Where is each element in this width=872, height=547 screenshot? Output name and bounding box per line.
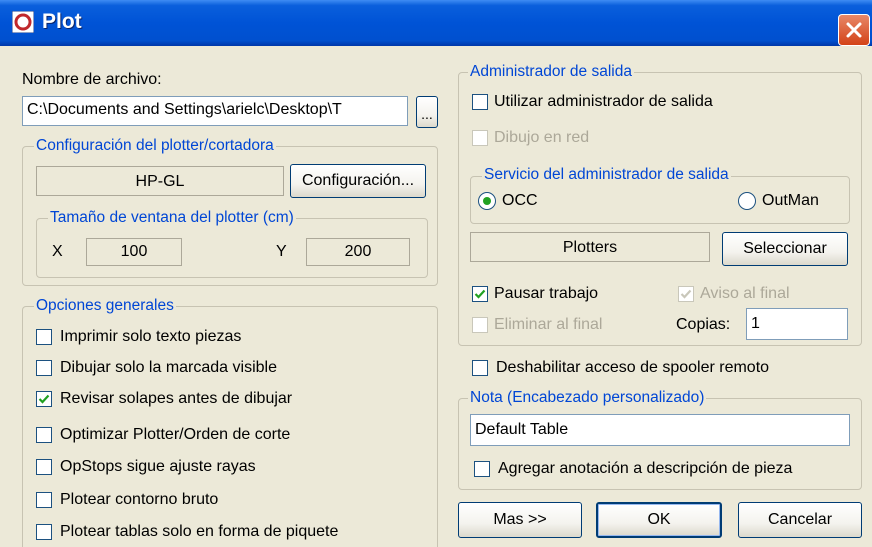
browse-button[interactable]: ... (416, 96, 438, 128)
select-button[interactable]: Seleccionar (722, 232, 848, 266)
checkbox-notice-end[interactable] (678, 286, 694, 302)
note-group-label: Nota (Encabezado personalizado) (468, 389, 707, 407)
x-value-field: 100 (86, 238, 182, 266)
pause-job-label: Pausar trabajo (494, 285, 599, 302)
output-manager-group-label: Administrador de salida (468, 63, 634, 81)
checkbox-network-drawing[interactable] (472, 130, 488, 146)
notice-end-label: Aviso al final (700, 285, 790, 302)
checkbox-draw-visible-only[interactable] (36, 360, 52, 376)
plotter-config-group-label: Configuración del plotter/cortadora (34, 137, 276, 155)
file-name-label: Nombre de archivo: (22, 71, 162, 88)
checkbox-delete-end[interactable] (472, 317, 488, 333)
cancel-button[interactable]: Cancelar (738, 502, 862, 538)
output-service-group-label: Servicio del administrador de salida (482, 166, 731, 184)
window-title: Plot (42, 10, 82, 33)
y-label: Y (276, 243, 287, 260)
checkbox-print-text-only[interactable] (36, 329, 52, 345)
copies-label: Copias: (676, 316, 731, 333)
radio-occ-label: OCC (502, 192, 538, 209)
checkbox-disable-remote-spooler[interactable] (472, 360, 488, 376)
copies-input[interactable]: 1 (746, 308, 848, 340)
radio-selected-dot (483, 197, 491, 205)
checkbox-opstops-stripes[interactable] (36, 459, 52, 475)
use-output-manager-label: Utilizar administrador de salida (494, 93, 713, 110)
radio-outman-label: OutMan (762, 192, 819, 209)
option-label: Dibujar solo la marcada visible (60, 359, 277, 376)
radio-occ-button[interactable] (478, 192, 496, 210)
checkbox-pause-job[interactable] (472, 286, 488, 302)
custom-header-input[interactable]: Default Table (470, 414, 850, 446)
checkbox-tables-notch[interactable] (36, 524, 52, 540)
close-button[interactable] (838, 14, 870, 46)
disable-remote-spooler-label: Deshabilitar acceso de spooler remoto (496, 359, 770, 376)
check-icon (680, 289, 692, 299)
check-icon (474, 289, 486, 299)
option-label: Plotear tablas solo en forma de piquete (60, 523, 339, 540)
check-icon (38, 394, 50, 404)
x-label: X (52, 243, 63, 260)
checkbox-optimize-order[interactable] (36, 427, 52, 443)
plot-dialog: Plot Nombre de archivo: C:\Documents and… (0, 0, 872, 547)
checkbox-check-overlaps[interactable] (36, 391, 52, 407)
y-value-field: 200 (306, 238, 410, 266)
option-label: Revisar solapes antes de dibujar (60, 390, 293, 407)
option-label: Optimizar Plotter/Orden de corte (60, 426, 291, 443)
option-label: OpStops sigue ajuste rayas (60, 458, 256, 475)
plotters-field: Plotters (470, 232, 710, 262)
checkbox-add-annotation[interactable] (474, 461, 490, 477)
more-button[interactable]: Mas >> (458, 502, 582, 538)
app-icon (11, 10, 35, 34)
add-annotation-label: Agregar anotación a descripción de pieza (498, 460, 793, 477)
general-options-group-label: Opciones generales (34, 297, 176, 315)
title-bar[interactable]: Plot (0, 0, 872, 46)
radio-outman-button[interactable] (738, 192, 756, 210)
configuration-button[interactable]: Configuración... (290, 164, 426, 198)
option-label: Plotear contorno bruto (60, 491, 219, 508)
ok-button[interactable]: OK (596, 502, 722, 538)
checkbox-raw-outline[interactable] (36, 492, 52, 508)
checkbox-use-output-manager[interactable] (472, 94, 488, 110)
option-label: Imprimir solo texto piezas (60, 328, 242, 345)
plotter-device-field: HP-GL (36, 166, 284, 196)
window-size-group-label: Tamaño de ventana del plotter (cm) (48, 209, 296, 227)
file-name-input[interactable]: C:\Documents and Settings\arielc\Desktop… (22, 96, 408, 126)
close-icon (846, 22, 862, 38)
network-drawing-label: Dibujo en red (494, 129, 590, 146)
delete-end-label: Eliminar al final (494, 316, 603, 333)
